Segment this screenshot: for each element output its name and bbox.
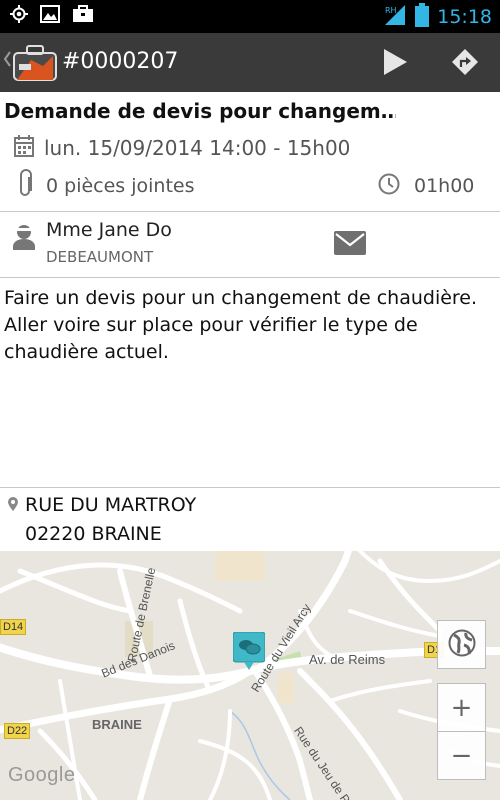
contact-name: Mme Jane Do [46, 219, 172, 241]
person-icon [12, 224, 36, 254]
map-layers-button[interactable] [437, 620, 486, 669]
app-logo-icon[interactable] [13, 44, 57, 86]
divider [0, 277, 500, 278]
battery-icon [415, 3, 430, 31]
duration-row: 01h00 [378, 171, 474, 201]
image-icon [40, 5, 60, 27]
action-bar: #0000207 [0, 33, 500, 92]
globe-icon [448, 629, 476, 661]
map-marker-icon[interactable] [232, 631, 266, 676]
task-date: lun. 15/09/2014 14:00 - 15h00 [44, 136, 351, 160]
gps-icon [10, 5, 28, 27]
attachments-row[interactable]: 0 pièces jointes [18, 169, 195, 203]
road-badge-d22: D22 [4, 723, 31, 739]
up-caret-icon[interactable] [3, 51, 12, 71]
paperclip-icon [18, 169, 34, 203]
divider [0, 211, 500, 212]
road-badge-d14: D14 [0, 619, 27, 635]
clock-icon [378, 173, 400, 199]
attachments-count: 0 pièces jointes [46, 175, 195, 197]
action-bar-title: #0000207 [62, 49, 179, 74]
divider [0, 487, 500, 488]
contact-company: DEBEAUMONT [46, 248, 154, 266]
directions-icon[interactable] [451, 48, 479, 80]
play-icon[interactable] [382, 48, 408, 80]
zoom-out-button[interactable]: − [437, 731, 486, 780]
map-label-av-reims: Av. de Reims [309, 652, 386, 667]
svg-text:RH: RH [385, 6, 397, 15]
location-pin-icon [8, 496, 18, 515]
task-duration: 01h00 [414, 175, 475, 197]
task-title: Demande de devis pour changem… [4, 99, 396, 123]
briefcase-icon [72, 5, 94, 27]
signal-icon: RH [383, 3, 407, 31]
zoom-in-label: + [450, 692, 473, 723]
map-view[interactable]: Route de Brenelle Bd des Danois Route du… [0, 551, 500, 800]
zoom-out-label: − [450, 740, 473, 771]
google-attribution: Google [8, 764, 76, 786]
calendar-icon [14, 135, 34, 161]
mail-icon[interactable] [334, 231, 366, 259]
status-bar: RH 15:18 [0, 0, 500, 33]
address-line-2: 02220 BRAINE [25, 523, 162, 545]
map-label-town: BRAINE [92, 717, 142, 732]
address-line-1: RUE DU MARTROY [25, 494, 197, 516]
date-row: lun. 15/09/2014 14:00 - 15h00 [14, 133, 350, 163]
zoom-in-button[interactable]: + [437, 683, 486, 732]
task-description: Faire un devis pour un changement de cha… [4, 287, 478, 363]
clock: 15:18 [437, 6, 492, 28]
